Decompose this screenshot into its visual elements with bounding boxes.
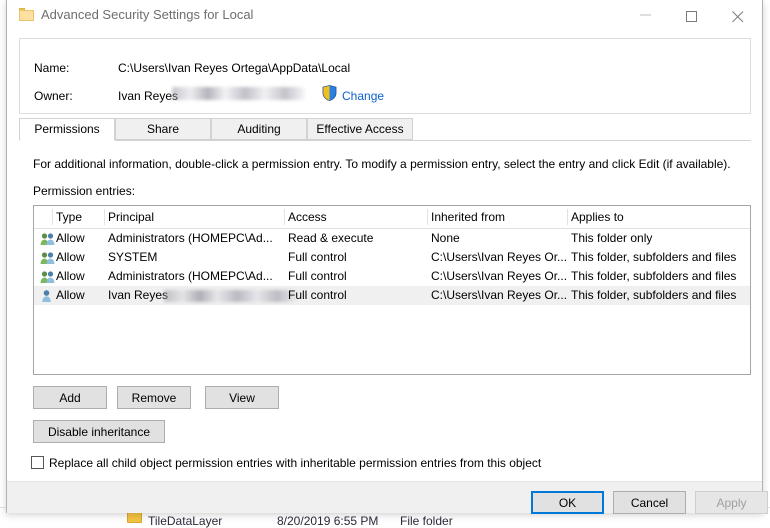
cell-inherited-from: C:\Users\Ivan Reyes Or... — [431, 250, 568, 264]
instruction-text: For additional information, double-click… — [33, 157, 731, 171]
table-row[interactable]: Allow Administrators (HOMEPC\Ad... Read … — [34, 229, 750, 248]
cell-applies-to: This folder, subfolders and files — [571, 250, 737, 264]
column-header-type[interactable]: Type — [56, 210, 82, 224]
owner-label: Owner: — [34, 89, 73, 103]
cell-applies-to: This folder only — [571, 231, 653, 245]
tab-auditing[interactable]: Auditing — [211, 118, 307, 140]
object-info-panel: Name: C:\Users\Ivan Reyes Ortega\AppData… — [19, 38, 751, 114]
column-header-inherited-from[interactable]: Inherited from — [431, 210, 505, 224]
table-row[interactable]: Allow SYSTEM Full control C:\Users\Ivan … — [34, 248, 750, 267]
tab-strip: Permissions Share Auditing Effective Acc… — [19, 118, 751, 141]
cell-access: Full control — [288, 250, 347, 264]
disable-inheritance-button[interactable]: Disable inheritance — [33, 420, 165, 443]
change-owner-link[interactable]: Change — [342, 89, 384, 103]
cell-type: Allow — [56, 250, 85, 264]
cell-principal: Ivan Reyes — [108, 288, 169, 302]
cell-inherited-from: None — [431, 231, 460, 245]
principal-redaction-blur — [164, 290, 297, 302]
replace-permissions-checkbox[interactable] — [31, 456, 44, 469]
column-header-principal[interactable]: Principal — [108, 210, 154, 224]
add-button[interactable]: Add — [33, 386, 107, 409]
column-header-access[interactable]: Access — [288, 210, 327, 224]
tab-underline — [19, 140, 751, 141]
explorer-file-name: TileDataLayer — [148, 514, 223, 528]
cell-principal: SYSTEM — [108, 250, 158, 264]
owner-redaction-blur — [172, 87, 305, 100]
desktop-background: TileDataLayer 8/20/2019 6:55 PM File fol… — [0, 0, 770, 528]
cell-access: Full control — [288, 288, 347, 302]
user-icon — [40, 289, 56, 303]
table-row[interactable]: Allow Ivan Reyes Full control C:\Users\I… — [34, 286, 750, 305]
uac-shield-icon — [322, 85, 337, 101]
permission-entries-list[interactable]: Type Principal Access Inherited from App… — [33, 205, 751, 375]
window-title: Advanced Security Settings for Local — [41, 7, 254, 22]
apply-button: Apply — [695, 491, 768, 514]
group-icon — [40, 270, 56, 284]
cell-applies-to: This folder, subfolders and files — [571, 269, 737, 283]
replace-permissions-label: Replace all child object permission entr… — [49, 456, 542, 470]
maximize-button[interactable] — [670, 0, 716, 30]
cell-type: Allow — [56, 288, 85, 302]
view-button[interactable]: View — [205, 386, 279, 409]
column-header-applies-to[interactable]: Applies to — [571, 210, 624, 224]
permission-entries-label: Permission entries: — [33, 184, 136, 198]
ok-button[interactable]: OK — [531, 491, 604, 514]
cell-type: Allow — [56, 231, 85, 245]
cell-principal: Administrators (HOMEPC\Ad... — [108, 231, 273, 245]
folder-icon — [19, 8, 34, 21]
close-button[interactable] — [716, 0, 762, 30]
owner-value: Ivan Reyes — [118, 89, 179, 103]
tab-share[interactable]: Share — [115, 118, 211, 140]
cell-applies-to: This folder, subfolders and files — [571, 288, 737, 302]
explorer-file-date: 8/20/2019 6:55 PM — [277, 514, 379, 528]
tab-effective-access[interactable]: Effective Access — [307, 118, 413, 140]
advanced-security-settings-dialog: Advanced Security Settings for Local Nam… — [6, 0, 768, 514]
explorer-file-type: File folder — [400, 514, 453, 528]
title-bar[interactable]: Advanced Security Settings for Local — [7, 0, 762, 31]
list-header-row: Type Principal Access Inherited from App… — [34, 206, 750, 229]
remove-button[interactable]: Remove — [117, 386, 191, 409]
group-icon — [40, 251, 56, 265]
cell-access: Full control — [288, 269, 347, 283]
cell-principal: Administrators (HOMEPC\Ad... — [108, 269, 273, 283]
name-label: Name: — [34, 61, 70, 75]
group-icon — [40, 232, 56, 246]
cancel-button[interactable]: Cancel — [613, 491, 686, 514]
cell-inherited-from: C:\Users\Ivan Reyes Or... — [431, 269, 568, 283]
tab-permissions[interactable]: Permissions — [19, 118, 115, 141]
cell-access: Read & execute — [288, 231, 374, 245]
cell-type: Allow — [56, 269, 85, 283]
name-value: C:\Users\Ivan Reyes Ortega\AppData\Local — [118, 61, 351, 75]
table-row[interactable]: Allow Administrators (HOMEPC\Ad... Full … — [34, 267, 750, 286]
cell-inherited-from: C:\Users\Ivan Reyes Or... — [431, 288, 568, 302]
minimize-button[interactable] — [624, 0, 670, 30]
